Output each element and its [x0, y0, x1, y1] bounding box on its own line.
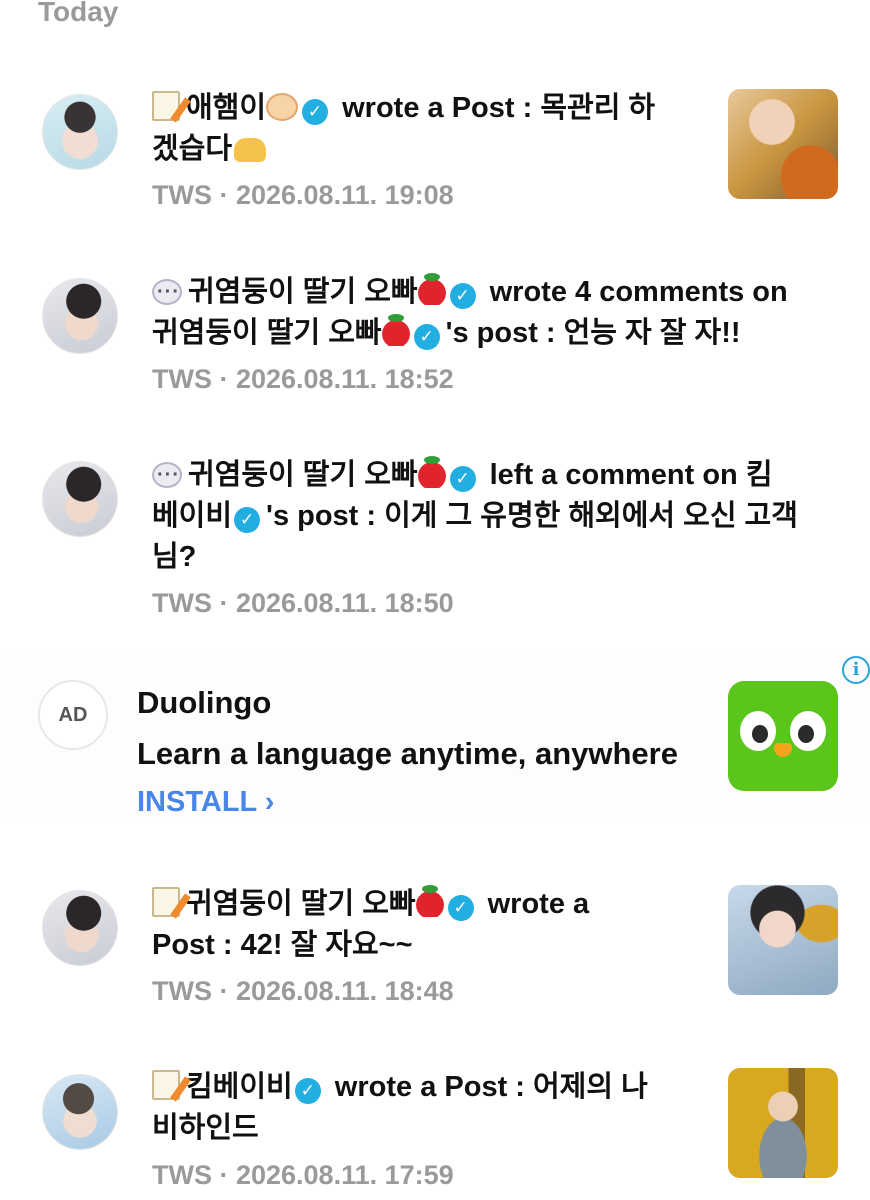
post-excerpt-continued: 겠습다	[152, 133, 233, 165]
strawberry-emoji-icon	[417, 273, 446, 305]
action-text: wrote a	[487, 888, 590, 920]
comment-excerpt: 's post : 이게 그 유명한 해외에서 오신 고객	[266, 500, 798, 532]
action-text: wrote a Post : 어제의 나	[334, 1071, 648, 1103]
avatar[interactable]	[42, 461, 118, 537]
speech-bubble-icon	[152, 272, 182, 313]
notification-text[interactable]: 귀염둥이 딸기 오빠 ✓ wrote a Post : 42! 잘 자요~~	[152, 884, 697, 966]
speech-bubble-icon	[152, 455, 182, 496]
notification-text[interactable]: 킴베이비 ✓ wrote a Post : 어제의 나 비하인드	[152, 1067, 697, 1149]
verified-badge-icon: ✓	[447, 895, 474, 921]
post-thumbnail[interactable]	[728, 89, 838, 199]
notification-text[interactable]: 귀염둥이 딸기 오빠✓ left a comment on 킴 베이비✓'s p…	[152, 455, 842, 578]
hamster-emoji-icon	[266, 93, 299, 121]
heart-hands-emoji-icon	[234, 138, 267, 162]
ad-info-icon[interactable]: i	[842, 656, 870, 684]
action-text: wrote a Post :	[342, 92, 533, 124]
actor-name: 애햄이	[186, 92, 267, 124]
memo-icon	[152, 1070, 180, 1100]
owl-pupil	[752, 725, 768, 743]
avatar[interactable]	[42, 94, 118, 170]
ad-badge: AD	[38, 680, 108, 750]
verified-badge-icon: ✓	[294, 1078, 321, 1104]
verified-badge-icon: ✓	[302, 99, 329, 125]
notification-text[interactable]: 애햄이 ✓ wrote a Post : 목관리 하 겠습다	[152, 88, 697, 170]
memo-icon	[152, 91, 180, 121]
comment-excerpt: 's post : 언능 자 잘 자!!	[445, 317, 741, 349]
comment-excerpt-continued: 님?	[152, 541, 197, 573]
target-name: 귀염둥이 딸기 오빠	[152, 317, 382, 349]
section-header-today: Today	[38, 0, 119, 27]
notification-meta: TWS · 2026.08.11. 18:50	[152, 588, 454, 618]
strawberry-emoji-icon	[415, 885, 444, 917]
notification-text[interactable]: 귀염둥이 딸기 오빠 ✓ wrote 4 comments on 귀염둥이 딸기 …	[152, 272, 842, 354]
ad-tagline[interactable]: Learn a language anytime, anywhere	[137, 736, 678, 772]
memo-icon	[152, 887, 180, 917]
action-text: wrote 4 comments on	[489, 276, 788, 308]
duolingo-owl-icon[interactable]	[728, 681, 838, 791]
install-button[interactable]: INSTALL ›	[137, 786, 274, 819]
post-thumbnail[interactable]	[728, 885, 838, 995]
owl-eye-right	[790, 711, 826, 751]
avatar[interactable]	[42, 890, 118, 966]
strawberry-emoji-icon	[417, 456, 446, 488]
actor-name: 귀염둥이 딸기 오빠	[188, 276, 418, 308]
notification-meta: TWS · 2026.08.11. 18:48	[152, 976, 454, 1006]
verified-badge-icon: ✓	[449, 466, 476, 492]
notification-meta: TWS · 2026.08.11. 19:08	[152, 180, 454, 210]
post-thumbnail[interactable]	[728, 1068, 838, 1178]
verified-badge-icon: ✓	[413, 324, 440, 350]
post-excerpt: Post : 42! 잘 자요~~	[152, 929, 413, 961]
owl-beak	[774, 743, 792, 757]
target-name: 베이비	[152, 500, 233, 532]
notification-meta: TWS · 2026.08.11. 18:52	[152, 364, 454, 394]
owl-eye-left	[740, 711, 776, 751]
avatar[interactable]	[42, 278, 118, 354]
verified-badge-icon: ✓	[449, 283, 476, 309]
verified-badge-icon: ✓	[234, 507, 261, 533]
notification-meta: TWS · 2026.08.11. 17:59	[152, 1160, 454, 1190]
actor-name: 귀염둥이 딸기 오빠	[186, 888, 416, 920]
ad-title[interactable]: Duolingo	[137, 685, 271, 721]
actor-name: 귀염둥이 딸기 오빠	[188, 459, 418, 491]
owl-pupil	[798, 725, 814, 743]
strawberry-emoji-icon	[381, 314, 410, 346]
actor-name: 킴베이비	[186, 1071, 293, 1103]
action-text: left a comment on 킴	[489, 459, 773, 491]
avatar[interactable]	[42, 1074, 118, 1150]
post-excerpt: 목관리 하	[540, 92, 656, 124]
post-excerpt-continued: 비하인드	[152, 1112, 259, 1144]
